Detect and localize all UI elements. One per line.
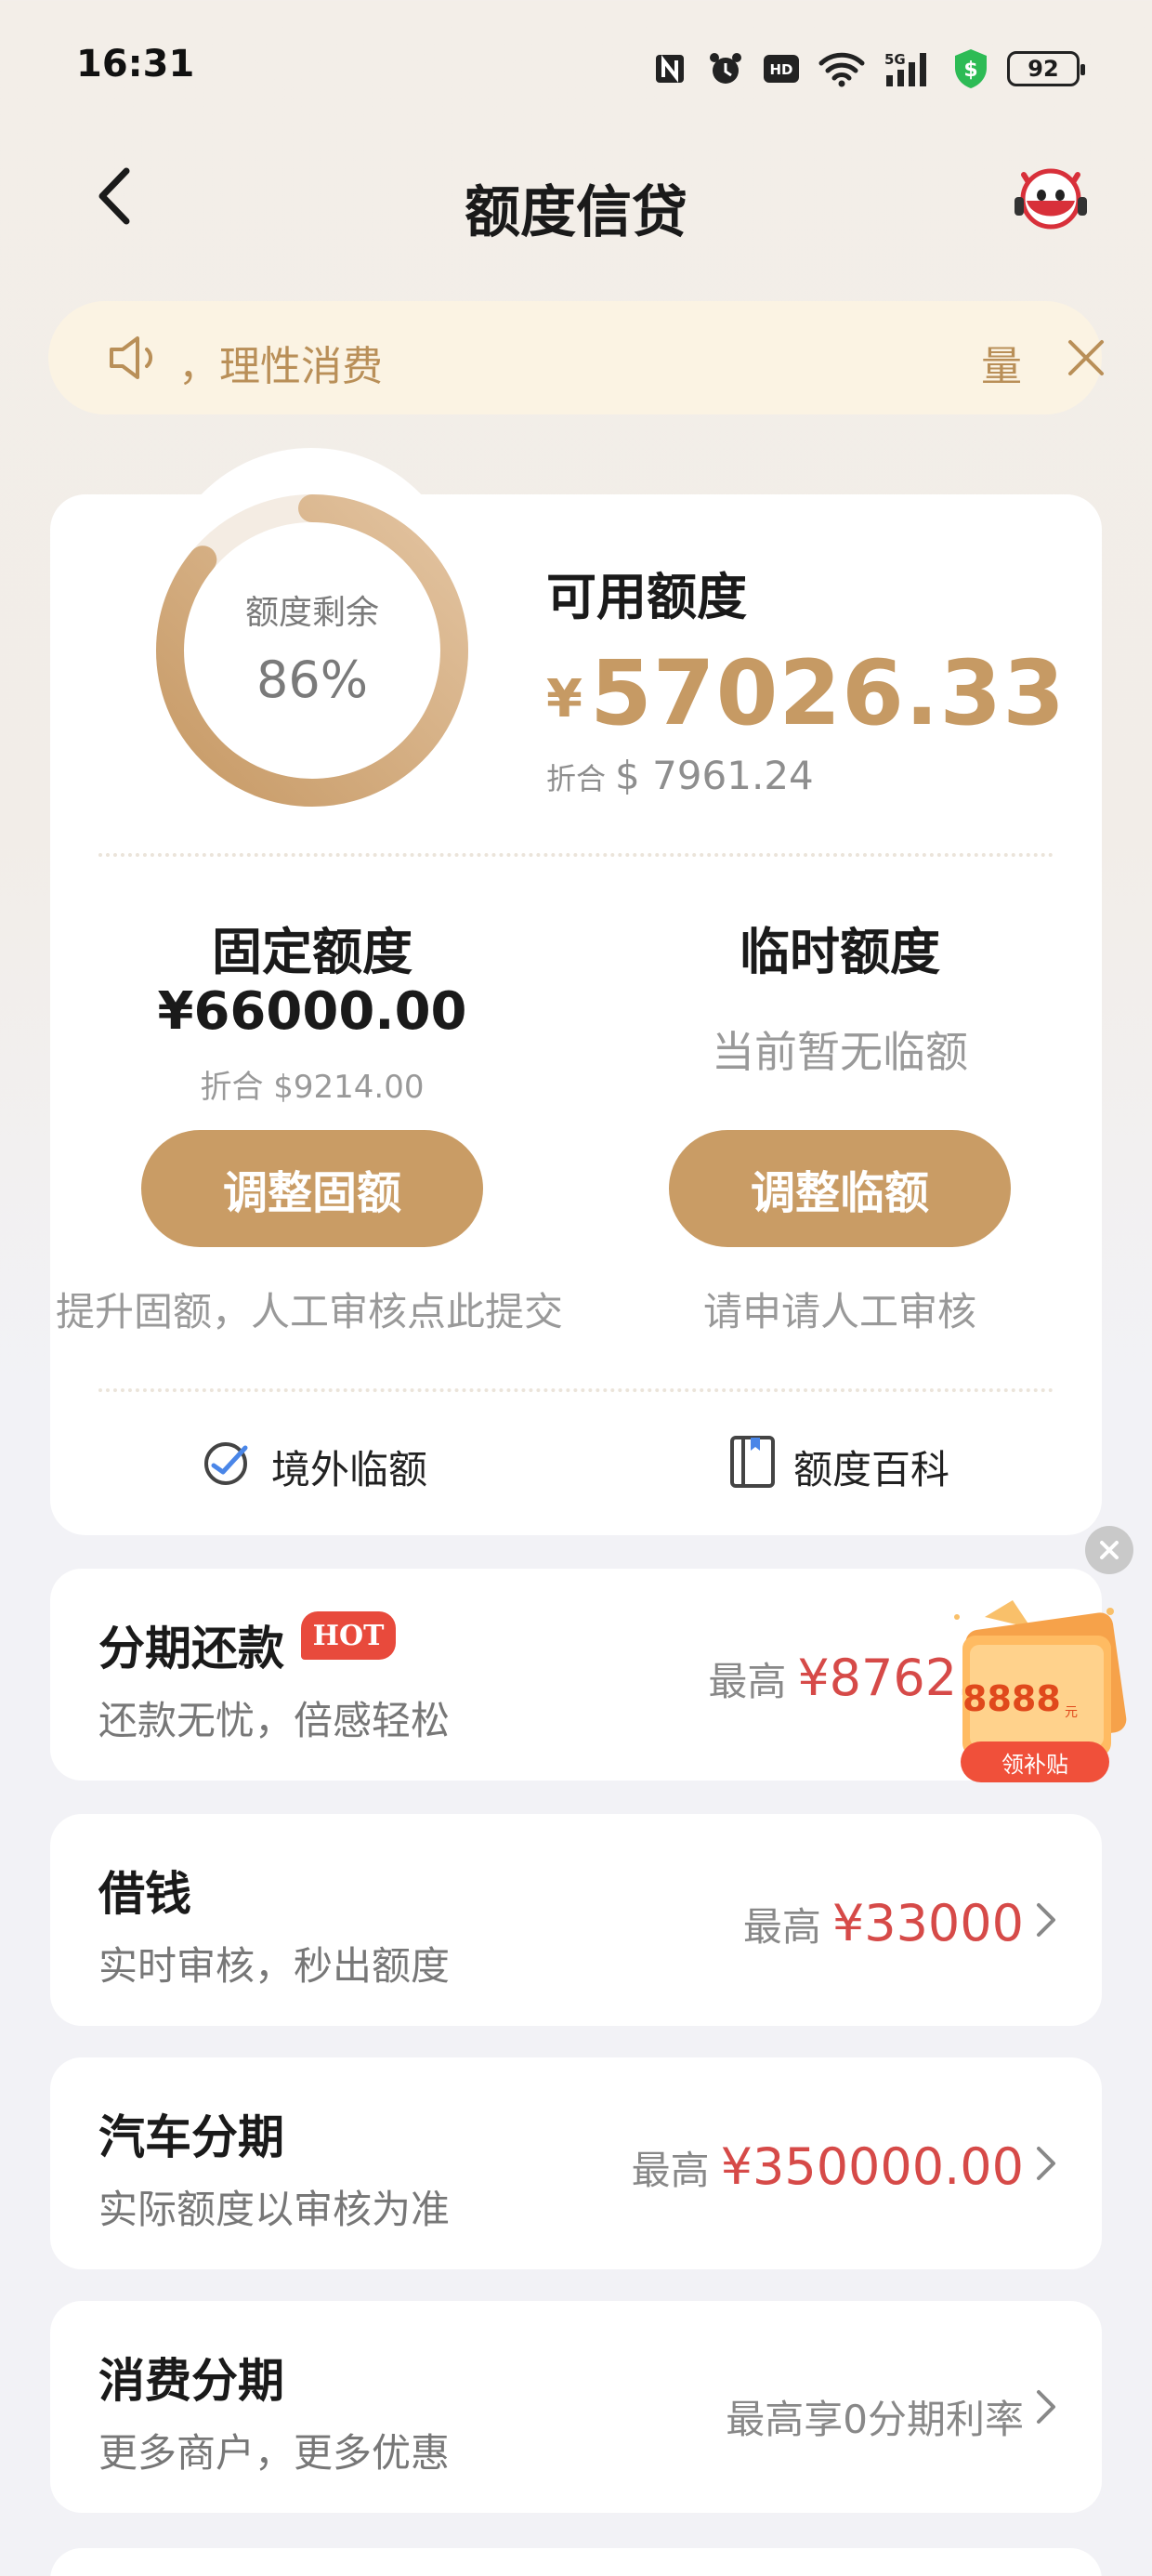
quota-encyclopedia-link[interactable]: 额度百科 bbox=[728, 1435, 949, 1498]
nfc-icon bbox=[650, 49, 689, 88]
product-max-label: 最高 bbox=[631, 2148, 710, 2193]
alarm-icon bbox=[706, 49, 745, 88]
hd-icon: HD bbox=[762, 49, 801, 88]
svg-text:HD: HD bbox=[769, 61, 792, 78]
status-bar: 16:31 HD 5G $ 92 bbox=[0, 0, 1152, 139]
product-max-label: 最高享0分期利率 bbox=[726, 2397, 1024, 2442]
chevron-right-icon bbox=[1037, 1903, 1055, 1937]
ring-value: 86% bbox=[255, 651, 369, 709]
5g-signal-icon: 5G bbox=[883, 49, 935, 88]
available-value: 57026.33 bbox=[589, 641, 1067, 745]
close-icon[interactable] bbox=[1067, 338, 1106, 377]
product-title: 消费分期 bbox=[98, 2354, 284, 2408]
product-title: 汽车分期 bbox=[98, 2110, 284, 2164]
available-amount: ¥57026.33 bbox=[546, 641, 1066, 745]
close-icon bbox=[1100, 1541, 1119, 1559]
chevron-right-icon bbox=[1037, 2390, 1055, 2424]
temp-quota-hint[interactable]: 请申请人工审核 bbox=[626, 1281, 1054, 1337]
notice-text-tail: 量 bbox=[981, 343, 1022, 390]
converted-value: $ 7961.24 bbox=[615, 753, 814, 798]
fixed-quota-hint[interactable]: 提升固额，人工审核点此提交 bbox=[52, 1281, 567, 1337]
security-shield-icon: $ bbox=[951, 49, 990, 88]
nav-bar: 额度信贷 bbox=[0, 139, 1152, 251]
product-subtitle: 实时审核，秒出额度 bbox=[98, 1943, 451, 1989]
book-icon bbox=[728, 1435, 777, 1498]
mascot-icon[interactable] bbox=[1011, 158, 1091, 232]
product-title: 借钱 bbox=[98, 1867, 191, 1921]
wifi-icon bbox=[818, 49, 866, 88]
overseas-temp-quota-link[interactable]: 境外临额 bbox=[201, 1435, 427, 1498]
product-max-amount: ¥33000 bbox=[831, 1894, 1024, 1952]
ring-label: 额度剩余 bbox=[244, 594, 379, 632]
status-time: 16:31 bbox=[76, 43, 195, 85]
product-card-borrow[interactable]: 借钱 实时审核，秒出额度 最高 ¥33000 bbox=[50, 1814, 1102, 2026]
battery-icon: 92 bbox=[1007, 51, 1085, 86]
svg-text:$: $ bbox=[963, 59, 977, 82]
temp-quota-status: 当前暂无临额 bbox=[712, 1027, 968, 1077]
coupon-amount: 8888 bbox=[962, 1678, 1061, 1719]
product-card-consumer-installment[interactable]: 消费分期 更多商户，更多优惠 最高享0分期利率 bbox=[50, 2301, 1102, 2513]
divider bbox=[98, 853, 1054, 857]
product-max-label: 最高 bbox=[708, 1659, 787, 1704]
fixed-quota-title: 固定额度 bbox=[212, 923, 412, 981]
product-subtitle: 实际额度以审核为准 bbox=[98, 2187, 451, 2232]
available-label: 可用额度 bbox=[546, 568, 747, 626]
product-card-partial[interactable] bbox=[50, 2548, 1102, 2576]
adjust-fixed-button[interactable]: 调整固额 bbox=[141, 1130, 483, 1247]
product-max-amount: ¥350000.00 bbox=[720, 2137, 1024, 2196]
product-subtitle: 更多商户，更多优惠 bbox=[98, 2430, 451, 2476]
fixed-quota-amount: ¥66000.00 bbox=[157, 981, 467, 1042]
product-max: 最高 ¥33000 bbox=[743, 1894, 1024, 1952]
status-icons: HD 5G $ 92 bbox=[650, 43, 1085, 95]
product-max: 最高享0分期利率 bbox=[726, 2388, 1024, 2445]
temp-quota-title: 临时额度 bbox=[740, 923, 940, 981]
divider bbox=[98, 1388, 1054, 1392]
page-title: 额度信贷 bbox=[465, 180, 687, 245]
quota-encyclopedia-label: 额度百科 bbox=[793, 1446, 950, 1492]
product-card-installment-repay[interactable]: 分期还款 HOT 还款无忧，倍感轻松 最高 ¥8762.00 bbox=[50, 1569, 1102, 1781]
hot-badge: HOT bbox=[301, 1611, 396, 1660]
product-title: 分期还款 bbox=[98, 1622, 284, 1676]
coupon-claim-button[interactable]: 领补贴 bbox=[961, 1741, 1109, 1782]
chevron-right-icon bbox=[1037, 2147, 1055, 2180]
coupon-close-button[interactable] bbox=[1085, 1526, 1133, 1574]
product-subtitle: 还款无忧，倍感轻松 bbox=[98, 1698, 451, 1743]
product-max-label: 最高 bbox=[742, 1904, 821, 1950]
available-converted: 折合 $ 7961.24 bbox=[546, 753, 814, 798]
notice-text: ，理性消费 bbox=[178, 343, 383, 390]
speaker-icon bbox=[108, 335, 164, 381]
globe-plane-icon bbox=[201, 1435, 255, 1498]
converted-label: 折合 bbox=[546, 761, 607, 796]
adjust-temp-button[interactable]: 调整临额 bbox=[669, 1130, 1011, 1247]
available-currency: ¥ bbox=[546, 669, 583, 729]
product-card-car-installment[interactable]: 汽车分期 实际额度以审核为准 最高 ¥350000.00 bbox=[50, 2057, 1102, 2269]
product-max: 最高 ¥350000.00 bbox=[632, 2137, 1024, 2196]
svg-text:5G: 5G bbox=[884, 51, 906, 68]
notice-banner[interactable]: ，理性消费 量 bbox=[48, 301, 1104, 414]
overseas-temp-quota-label: 境外临额 bbox=[271, 1446, 428, 1492]
battery-level: 92 bbox=[1028, 56, 1059, 82]
coupon-unit: 元 bbox=[1065, 1705, 1078, 1720]
fixed-quota-converted: 折合 $9214.00 bbox=[200, 1069, 425, 1106]
